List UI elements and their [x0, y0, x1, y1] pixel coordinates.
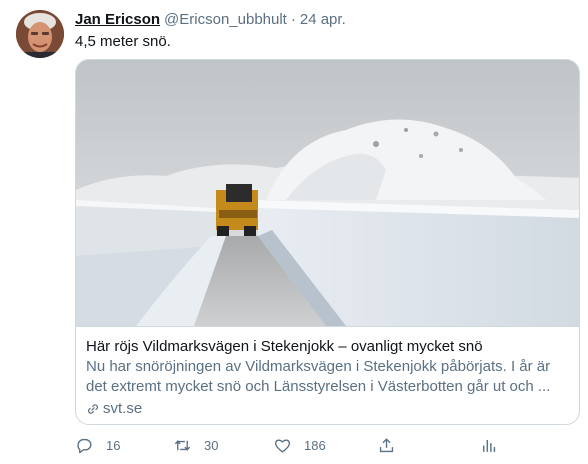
card-title[interactable]: Här röjs Vildmarksvägen i Stekenjokk – o…	[86, 337, 483, 356]
retweet-button[interactable]: 30	[173, 436, 218, 455]
tweet-text: 4,5 meter snö.	[75, 33, 171, 50]
tweet-date[interactable]: 24 apr.	[300, 11, 346, 28]
share-button[interactable]	[377, 436, 396, 455]
retweet-count: 30	[204, 438, 219, 453]
like-button[interactable]: 186	[273, 436, 326, 455]
reply-count: 16	[106, 438, 121, 453]
analytics-button[interactable]	[479, 436, 498, 455]
card-image[interactable]	[76, 60, 579, 326]
author-handle[interactable]: @Ericson_ubbhult	[164, 11, 287, 28]
card-domain[interactable]: svt.se	[86, 399, 142, 419]
like-icon	[274, 439, 291, 453]
analytics-icon	[483, 439, 496, 452]
link-icon	[88, 404, 98, 414]
separator-dot: ·	[290, 11, 296, 28]
avatar[interactable]	[16, 10, 64, 58]
share-icon	[379, 438, 394, 453]
reply-button[interactable]: 16	[75, 436, 120, 455]
card-description: Nu har snöröjningen av Vildmarksvägen i …	[86, 358, 551, 395]
card-domain-text: svt.se	[103, 400, 143, 417]
link-card[interactable]: Här röjs Vildmarksvägen i Stekenjokk – o…	[75, 59, 580, 425]
card-divider	[76, 326, 579, 327]
like-count: 186	[304, 438, 326, 453]
tweet-header: Jan Ericson @Ericson_ubbhult · 24 apr.	[75, 10, 346, 30]
action-bar: 16 30 186	[75, 436, 575, 458]
author-name[interactable]: Jan Ericson	[75, 11, 160, 28]
tweet: Jan Ericson @Ericson_ubbhult · 24 apr. 4,5 …	[0, 0, 588, 464]
retweet-icon	[174, 440, 191, 451]
reply-icon	[77, 438, 92, 454]
